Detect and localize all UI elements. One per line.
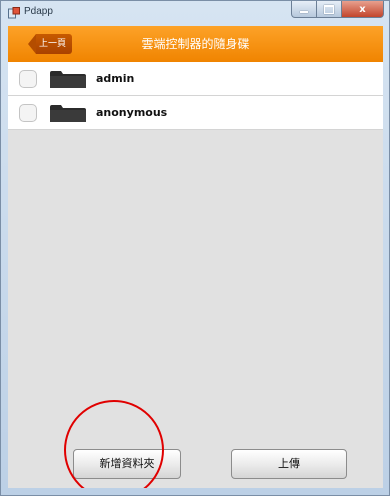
upload-button[interactable]: 上傳 xyxy=(231,449,347,479)
list-item[interactable]: anonymous xyxy=(8,96,383,130)
minimize-button[interactable] xyxy=(291,1,317,18)
list-item[interactable]: admin xyxy=(8,62,383,96)
window-title: Pdapp xyxy=(24,6,53,17)
item-label: admin xyxy=(96,72,135,85)
back-arrow-icon xyxy=(28,34,36,54)
folder-list: admin anonymous xyxy=(8,62,383,130)
item-checkbox[interactable] xyxy=(19,70,37,88)
close-button[interactable]: x xyxy=(342,1,384,18)
minimize-icon xyxy=(300,10,308,13)
app-icon xyxy=(8,7,20,19)
item-checkbox[interactable] xyxy=(19,104,37,122)
header-bar: 雲端控制器的隨身碟 上一頁 xyxy=(8,26,383,62)
back-button[interactable]: 上一頁 xyxy=(28,34,73,54)
maximize-icon xyxy=(324,4,334,14)
window-controls: x xyxy=(291,1,384,19)
folder-icon xyxy=(50,105,86,122)
new-folder-button[interactable]: 新增資料夾 xyxy=(73,449,181,479)
back-button-label: 上一頁 xyxy=(36,34,73,54)
item-label: anonymous xyxy=(96,106,168,119)
app-content: 雲端控制器的隨身碟 上一頁 admin anonymous 新增資料夾 上傳 xyxy=(8,26,383,488)
folder-icon xyxy=(50,71,86,88)
maximize-button[interactable] xyxy=(317,1,342,18)
app-window: Pdapp x 雲端控制器的隨身碟 上一頁 admin anonymous 新增… xyxy=(0,0,390,496)
title-bar[interactable]: Pdapp x xyxy=(1,1,389,26)
close-icon: x xyxy=(359,3,366,15)
